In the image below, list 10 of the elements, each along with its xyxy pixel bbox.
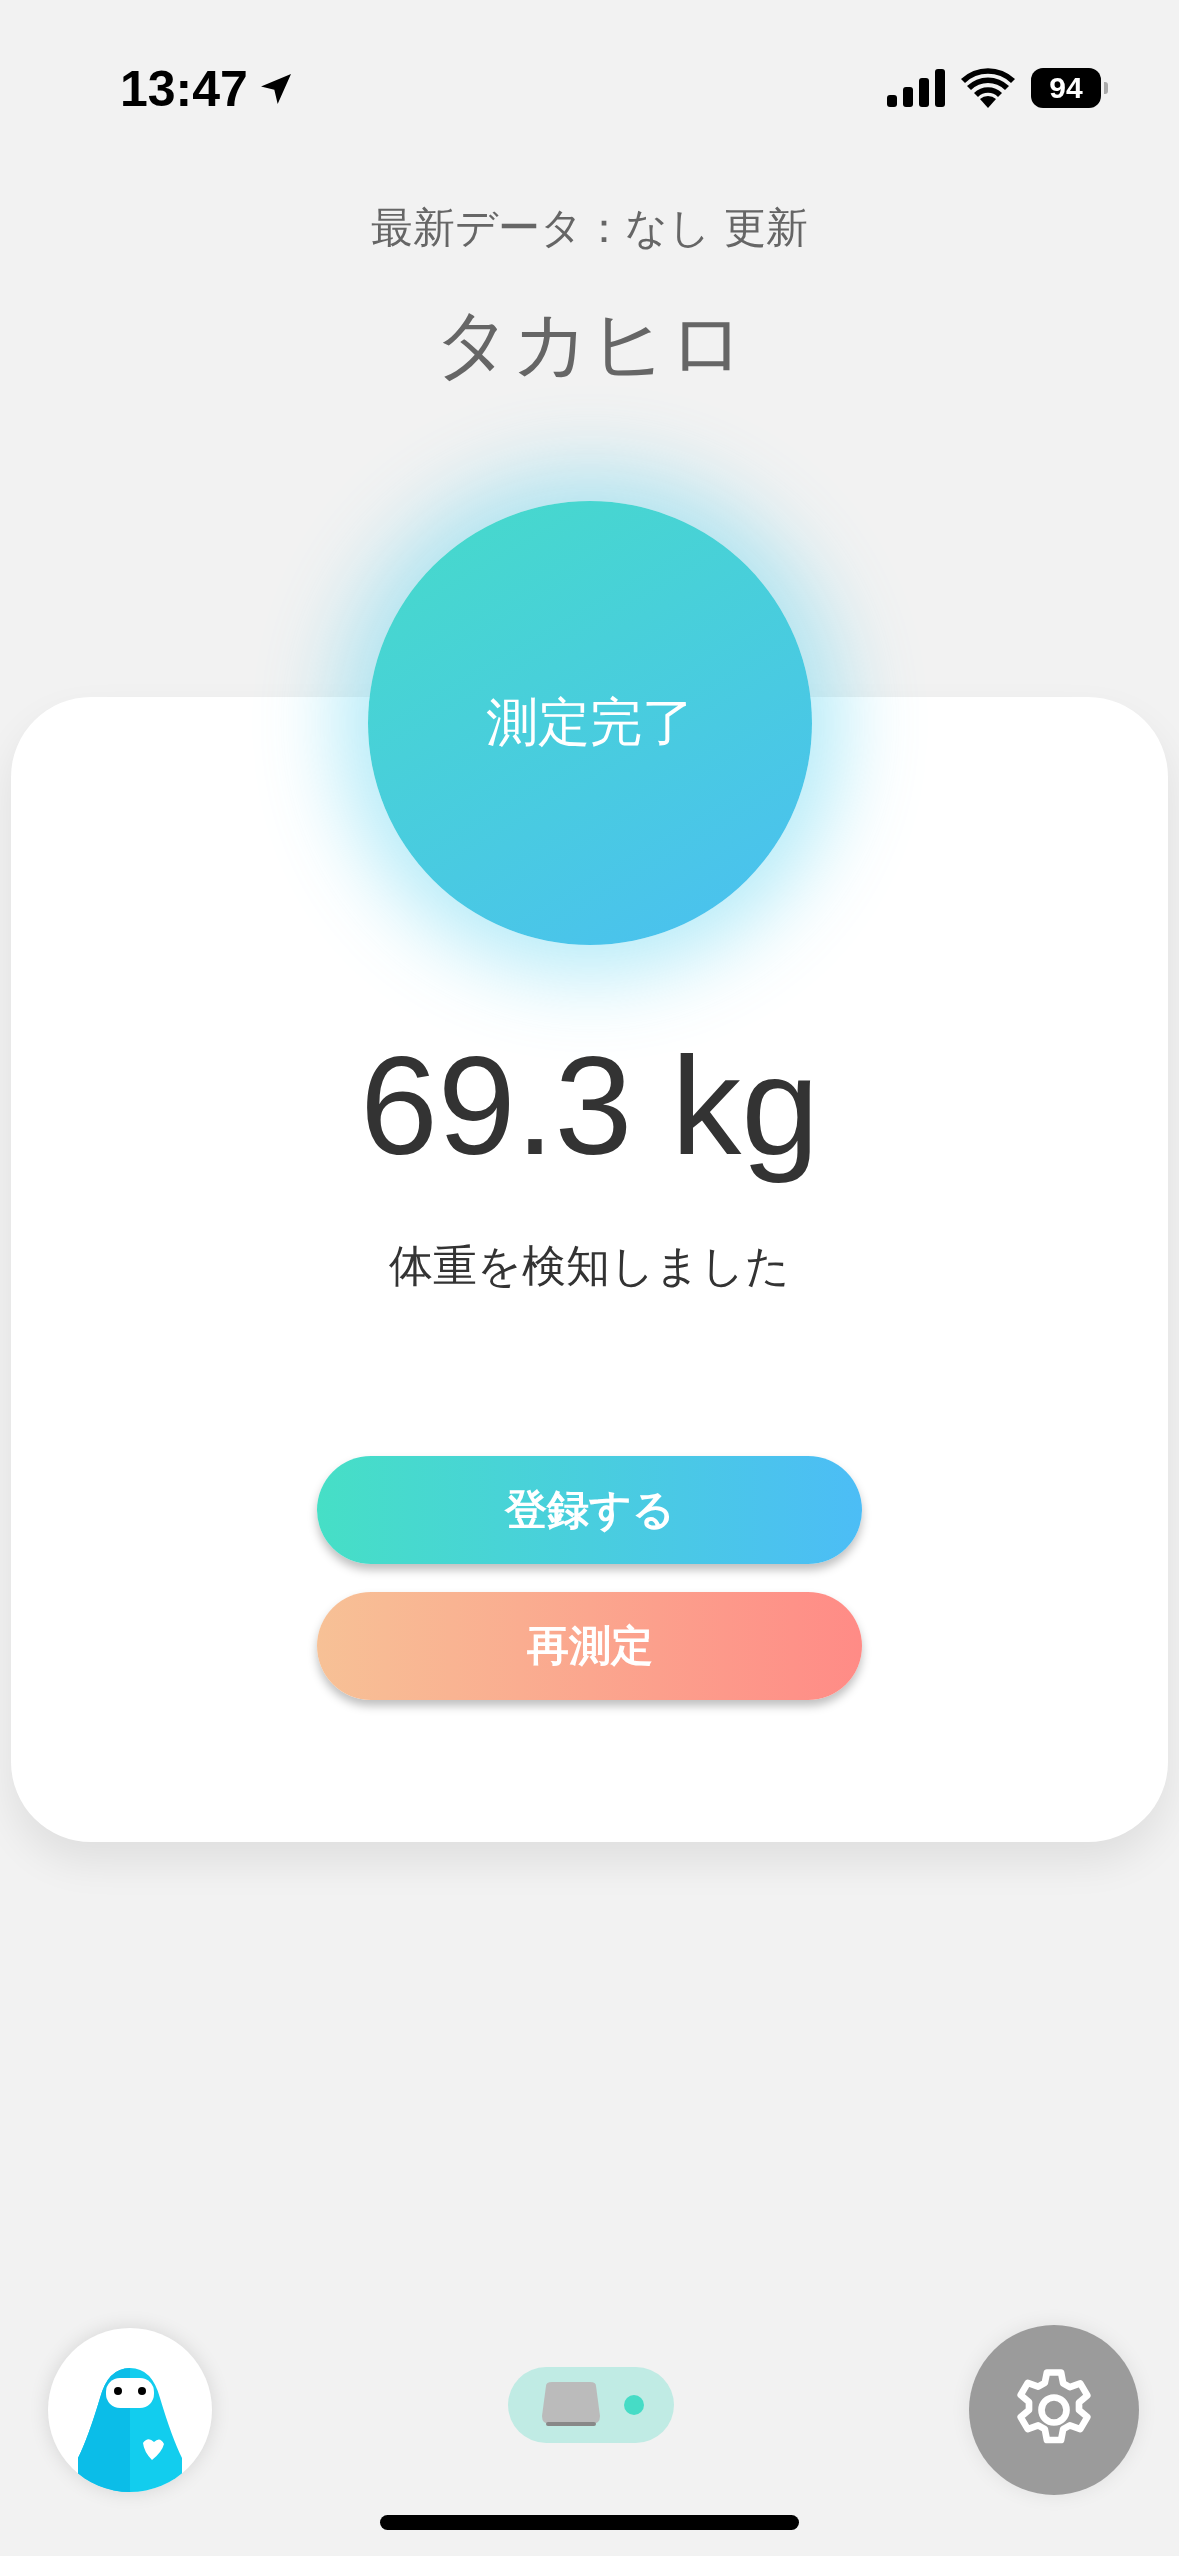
wifi-icon [961, 68, 1015, 108]
signal-icon [887, 69, 945, 107]
latest-data-text: 最新データ：なし 更新 [370, 202, 809, 254]
remeasure-button[interactable]: 再測定 [317, 1592, 862, 1700]
register-button[interactable]: 登録する [317, 1456, 862, 1564]
user-name: タカヒロ [433, 298, 746, 390]
status-circle: 測定完了 [367, 501, 812, 945]
detection-message: 体重を検知しました [389, 1239, 790, 1293]
status-time: 13:47 [120, 60, 248, 118]
weight-value: 69.3 kg [359, 1026, 820, 1186]
